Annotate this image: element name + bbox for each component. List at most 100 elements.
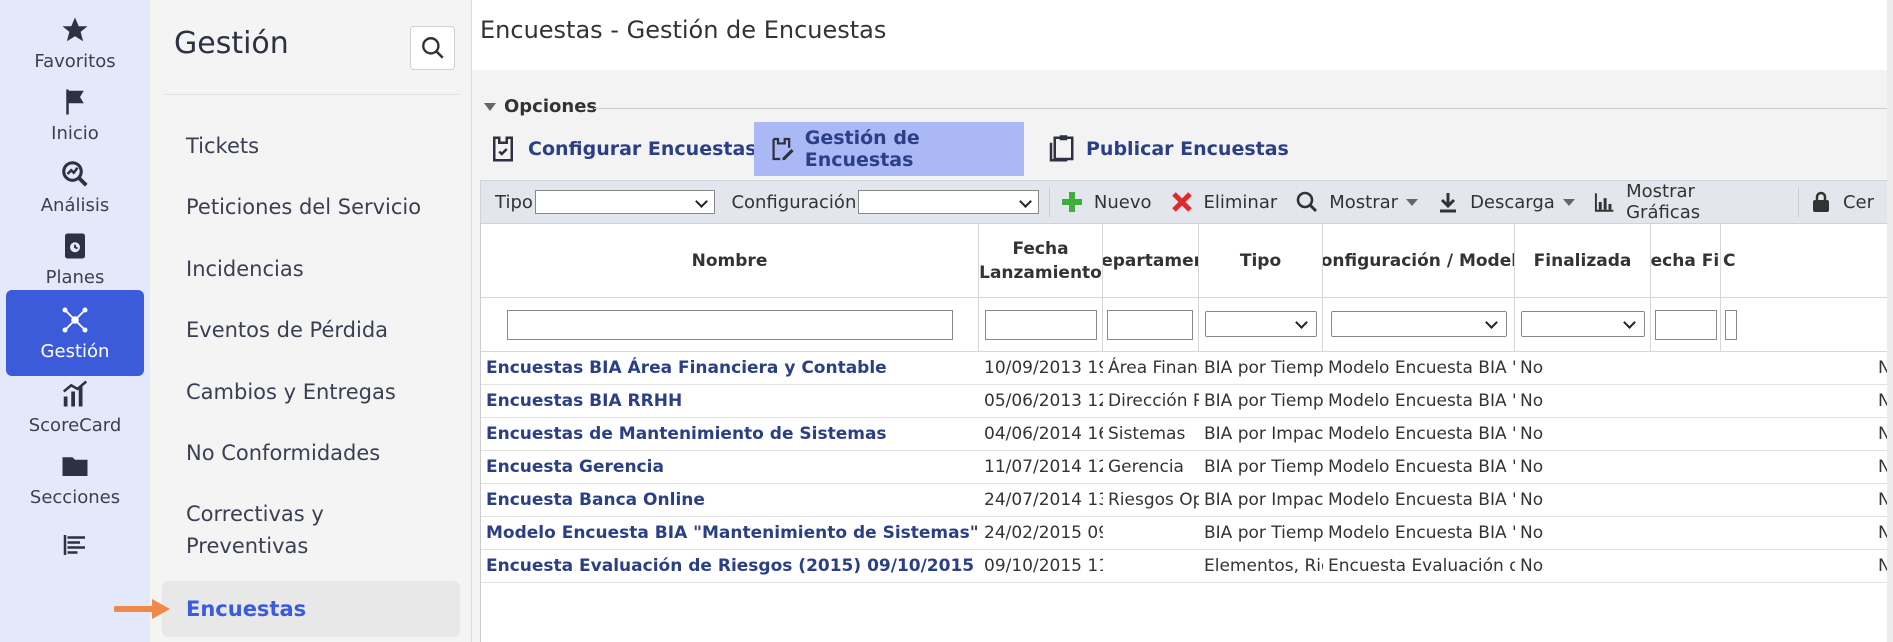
finalizada-cell: No xyxy=(1520,424,1544,444)
mostrar-button[interactable]: Mostrar xyxy=(1295,190,1419,214)
nombre-cell[interactable]: Encuestas BIA Área Financiera y Contable xyxy=(481,352,979,385)
graficas-label: Mostrar Gráficas xyxy=(1626,181,1701,223)
departamento-cell xyxy=(1103,517,1199,550)
surveys-table: Nombre Fecha Lanzamiento Departament Tip… xyxy=(480,224,1893,642)
rail-label: Planes xyxy=(45,266,105,288)
nombre-cell[interactable]: Encuestas BIA RRHH xyxy=(481,385,979,418)
configuracion-cell: Encuesta Evaluación de Rie xyxy=(1328,556,1515,576)
tab-gestion-encuestas[interactable]: Gestión de Encuestas xyxy=(754,122,1024,176)
tab-label: Publicar Encuestas xyxy=(1086,138,1289,160)
configuracion-cell: Modelo Encuesta BIA "Mante xyxy=(1328,523,1515,543)
finalizada-cell: No xyxy=(1520,523,1544,543)
fecha-cell: 24/07/2014 13:35:1 xyxy=(984,490,1103,510)
fecha-cell: 10/09/2013 19:03:5 xyxy=(984,358,1103,378)
configuracion-select[interactable] xyxy=(858,190,1039,214)
caret-down-icon xyxy=(1406,198,1419,206)
finalizada-filter-select[interactable] xyxy=(1521,311,1645,337)
departamento-filter-input[interactable] xyxy=(1107,310,1193,340)
descarga-button[interactable]: Descarga xyxy=(1436,190,1575,214)
table-row[interactable]: Encuesta Banca Online24/07/2014 13:35:1R… xyxy=(481,484,1893,517)
nombre-cell[interactable]: Encuesta Evaluación de Riesgos (2015) 09… xyxy=(481,550,979,583)
rail-label: Gestión xyxy=(40,340,110,362)
tipo-filter-select[interactable] xyxy=(1205,311,1317,337)
rail-label: ScoreCard xyxy=(28,414,122,436)
table-row[interactable]: Modelo Encuesta BIA "Mantenimiento de Si… xyxy=(481,517,1893,550)
fecha-cell: 04/06/2014 16:52:: xyxy=(984,424,1103,444)
table-row[interactable]: Encuestas BIA RRHH05/06/2013 12:47:3Dire… xyxy=(481,385,1893,418)
panel-item-no-conformidades[interactable]: No Conformidades xyxy=(186,438,380,469)
column-header-fecha-lanzamiento[interactable]: Fecha Lanzamiento xyxy=(979,224,1103,298)
collapse-triangle-icon xyxy=(484,102,496,111)
options-divider xyxy=(594,108,1893,109)
tipo-cell: BIA por Tiempo xyxy=(1204,523,1323,543)
column-header-finalizada[interactable]: Finalizada xyxy=(1515,224,1651,298)
column-header-nombre[interactable]: Nombre xyxy=(481,224,979,298)
configuracion-cell: Modelo Encuesta BIA "Mante xyxy=(1328,457,1515,477)
nuevo-button[interactable]: Nuevo xyxy=(1060,190,1152,214)
options-toggle[interactable]: Opciones xyxy=(484,96,597,117)
panel-item-peticiones[interactable]: Peticiones del Servicio xyxy=(186,192,421,223)
tab-publicar-encuestas[interactable]: Publicar Encuestas xyxy=(1032,122,1303,176)
configuracion-filter-select[interactable] xyxy=(1331,311,1507,337)
rail-label: Favoritos xyxy=(34,50,116,72)
search-icon xyxy=(421,37,444,59)
column-header-departamento[interactable]: Departament xyxy=(1103,224,1199,298)
cerrar-label: Cer xyxy=(1842,191,1874,213)
analysis-icon xyxy=(62,160,88,187)
panel-item-eventos[interactable]: Eventos de Pérdida xyxy=(186,315,388,346)
tipo-select[interactable] xyxy=(534,190,716,214)
mostrar-label: Mostrar xyxy=(1329,191,1399,213)
nombre-cell[interactable]: Modelo Encuesta BIA "Mantenimiento de Si… xyxy=(481,517,979,550)
configuracion-cell: Modelo Encuesta BIA "Mante xyxy=(1328,424,1515,444)
vertical-scrollbar[interactable] xyxy=(1887,0,1893,642)
panel-item-correctivas[interactable]: Correctivas y xyxy=(186,499,324,530)
mostrar-graficas-button[interactable]: Mostrar Gráficas xyxy=(1593,181,1770,223)
configuracion-label: Configuración xyxy=(731,191,857,213)
star-icon xyxy=(62,17,88,41)
tipo-label: Tipo xyxy=(495,191,533,213)
bar-chart-icon xyxy=(1594,193,1614,212)
tab-configurar-encuestas[interactable]: Configurar Encuestas xyxy=(474,122,771,176)
panel-item-encuestas[interactable]: Encuestas xyxy=(162,581,460,637)
tab-label: Gestión de Encuestas xyxy=(804,127,920,171)
fecha-filter-input[interactable] xyxy=(985,310,1097,340)
page-title: Encuestas - Gestión de Encuestas xyxy=(480,16,887,44)
nombre-cell[interactable]: Encuestas de Mantenimiento de Sistemas xyxy=(481,418,979,451)
column-header-c[interactable]: C xyxy=(1721,224,1893,298)
config-survey-icon xyxy=(493,136,513,162)
fecha-fin-filter-input[interactable] xyxy=(1655,310,1717,340)
folder-icon xyxy=(62,456,88,476)
table-row[interactable]: Encuestas BIA Área Financiera y Contable… xyxy=(481,352,1893,385)
finalizada-cell: No xyxy=(1520,556,1544,576)
column-header-tipo[interactable]: Tipo xyxy=(1199,224,1323,298)
column-header-configuracion[interactable]: Configuración / Modelo xyxy=(1323,224,1515,298)
table-row[interactable]: Encuesta Gerencia11/07/2014 12:51:14Gere… xyxy=(481,451,1893,484)
edit-survey-icon xyxy=(772,137,794,161)
panel-item-preventivas[interactable]: Preventivas xyxy=(186,531,308,562)
c-filter-input[interactable] xyxy=(1725,310,1737,340)
panel-search-button[interactable] xyxy=(410,26,455,70)
nombre-cell[interactable]: Encuesta Banca Online xyxy=(481,484,979,517)
panel-item-cambios[interactable]: Cambios y Entregas xyxy=(186,377,396,408)
column-header-fecha-fin[interactable]: Fecha Fin xyxy=(1651,224,1721,298)
rail-item-list[interactable] xyxy=(6,506,144,566)
lock-icon xyxy=(1812,191,1829,212)
table-row[interactable]: Encuestas de Mantenimiento de Sistemas 04… xyxy=(481,418,1893,451)
eliminar-button[interactable]: Eliminar xyxy=(1170,190,1278,214)
filter-cell xyxy=(1721,298,1893,352)
table-row[interactable]: Encuesta Evaluación de Riesgos (2015) 09… xyxy=(481,550,1893,583)
chart-icon xyxy=(62,380,88,406)
cerrar-button[interactable]: Cer xyxy=(1809,190,1874,214)
panel-item-tickets[interactable]: Tickets xyxy=(186,131,259,162)
nombre-filter-input[interactable] xyxy=(507,310,953,340)
departamento-cell: Sistemas xyxy=(1108,424,1186,444)
toolbar: Tipo Configuración Nuevo Eliminar Mostra… xyxy=(480,180,1893,224)
finalizada-cell: No xyxy=(1520,457,1544,477)
nombre-cell[interactable]: Encuesta Gerencia xyxy=(481,451,979,484)
pointer-arrow-icon xyxy=(114,599,170,619)
icon-rail: Favoritos Inicio Análisis Planes Gestión… xyxy=(0,0,150,642)
tipo-cell: BIA por Impacto xyxy=(1204,424,1323,444)
eliminar-label: Eliminar xyxy=(1203,191,1278,213)
header-line: Fecha xyxy=(1012,239,1069,259)
panel-item-incidencias[interactable]: Incidencias xyxy=(186,254,304,285)
